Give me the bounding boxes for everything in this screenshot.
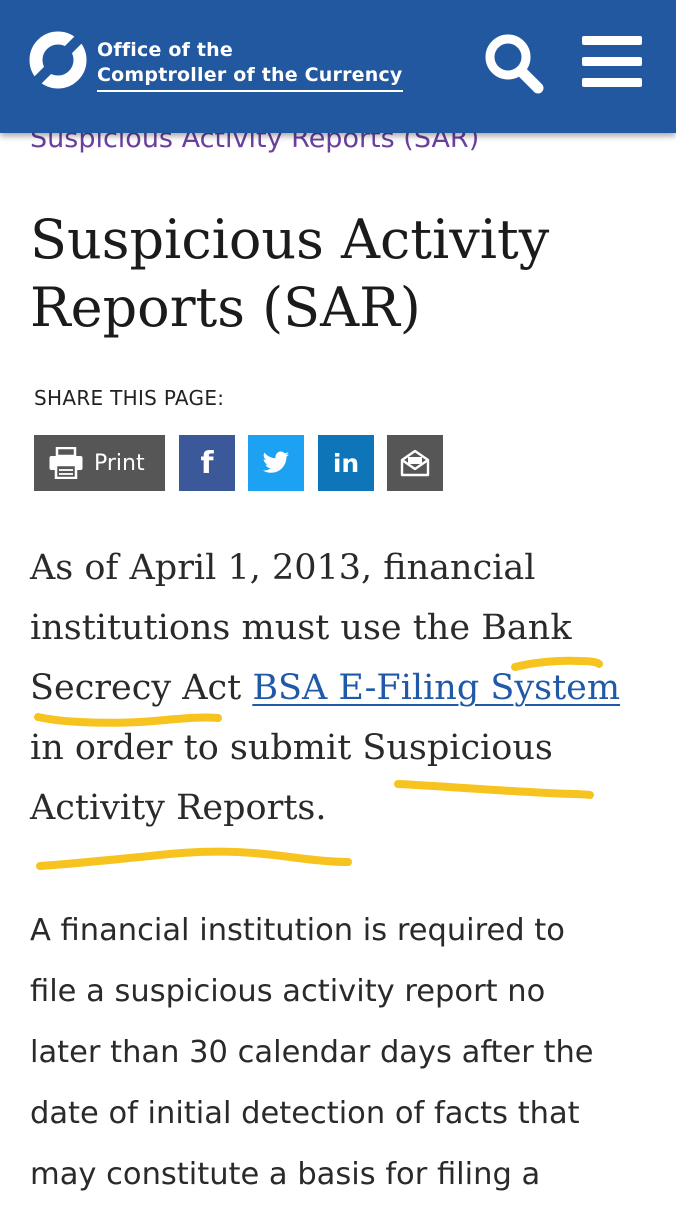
facebook-icon: f <box>200 445 214 481</box>
page-title: Suspicious Activity Reports (SAR) <box>30 208 550 339</box>
intro-line: Secrecy Act BSA E-Filing System <box>30 658 670 718</box>
printer-icon <box>49 447 83 479</box>
requirement-paragraph: A financial institution is required to f… <box>30 900 670 1205</box>
twitter-share-button[interactable] <box>248 435 304 491</box>
hamburger-menu-icon <box>582 36 642 87</box>
email-share-button[interactable] <box>387 435 443 491</box>
requirement-line: date of initial detection of facts that <box>30 1096 580 1131</box>
intro-line-text: Secrecy Act <box>30 668 253 708</box>
occ-logo-icon[interactable] <box>28 30 88 90</box>
site-name-line2: Comptroller of the Currency <box>97 63 403 92</box>
requirement-line: may constitute a basis for filing a <box>30 1157 541 1192</box>
site-name-line1: Office of the <box>97 39 233 61</box>
intro-paragraph: As of April 1, 2013, financial instituti… <box>30 538 670 838</box>
email-icon <box>400 449 430 477</box>
intro-line: As of April 1, 2013, financial <box>30 548 536 588</box>
linkedin-share-button[interactable]: in <box>318 435 374 491</box>
bsa-efiling-system-link[interactable]: BSA E-Filing System <box>252 668 620 708</box>
requirement-line: file a suspicious activity report no <box>30 974 546 1009</box>
requirement-line: A financial institution is required to <box>30 913 565 948</box>
intro-line: in order to submit Suspicious <box>30 728 553 768</box>
facebook-share-button[interactable]: f <box>179 435 235 491</box>
twitter-icon <box>262 451 289 473</box>
share-label: SHARE THIS PAGE: <box>34 386 225 410</box>
intro-line: institutions must use the Bank <box>30 608 572 648</box>
intro-line: Activity Reports. <box>30 788 327 828</box>
site-header: Office of the Comptroller of the Currenc… <box>0 0 676 133</box>
print-button[interactable]: Print <box>34 435 165 491</box>
menu-button[interactable] <box>580 34 644 90</box>
print-label: Print <box>94 450 145 476</box>
highlight-mark <box>36 847 352 870</box>
linkedin-icon: in <box>332 448 360 478</box>
requirement-line: later than 30 calendar days after the <box>30 1035 594 1070</box>
search-button[interactable] <box>478 30 550 96</box>
search-icon <box>485 34 544 94</box>
site-name[interactable]: Office of the Comptroller of the Currenc… <box>97 38 403 92</box>
